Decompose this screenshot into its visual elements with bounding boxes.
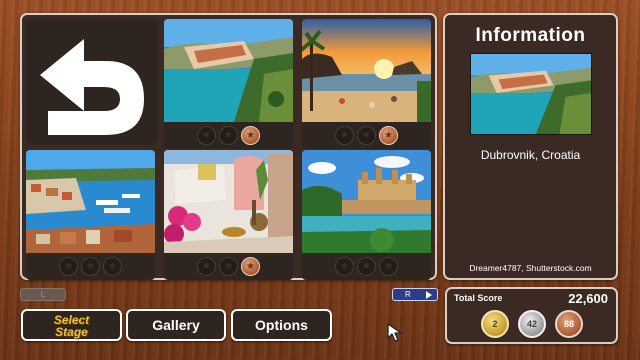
select-stage-label-line2: Stage bbox=[55, 325, 88, 339]
return-arrow-icon bbox=[40, 39, 144, 135]
bronze-medal-icon: 88 bbox=[555, 310, 583, 338]
bronze-medal-icon: ★ bbox=[241, 257, 260, 276]
r-shoulder-button[interactable]: R bbox=[392, 288, 438, 301]
empty-medal-icon: ★ bbox=[357, 126, 376, 145]
bronze-medal-icon: ★ bbox=[241, 126, 260, 145]
medal-row: ★ ★ ★ bbox=[164, 253, 293, 280]
empty-medal-icon: ★ bbox=[219, 257, 238, 276]
stage-tile-dubrovnik[interactable]: ★ ★ ★ bbox=[164, 19, 293, 149]
info-location: Dubrovnik, Croatia bbox=[480, 148, 581, 162]
gold-medal-icon: 2 bbox=[481, 310, 509, 338]
empty-medal-icon: ★ bbox=[81, 257, 100, 276]
l-button-label: L bbox=[40, 290, 46, 299]
medal-row: ★ ★ ★ bbox=[302, 122, 431, 149]
information-panel: Information Dubrovnik, Croatia Dreamer47… bbox=[443, 13, 618, 280]
select-stage-button[interactable]: Select Stage bbox=[21, 309, 122, 341]
bronze-medal-count: 88 bbox=[563, 319, 574, 329]
pointer-hand-icon bbox=[387, 323, 402, 342]
stage-photo bbox=[26, 150, 155, 253]
total-score-panel: Total Score 22,600 2 42 88 bbox=[445, 287, 618, 344]
score-label: Total Score bbox=[454, 293, 503, 303]
bronze-medal-icon: ★ bbox=[379, 126, 398, 145]
empty-medal-icon: ★ bbox=[379, 257, 398, 276]
empty-medal-icon: ★ bbox=[335, 126, 354, 145]
silver-medal-icon: 42 bbox=[518, 310, 546, 338]
stage-tile-cathedral[interactable]: ★ ★ ★ bbox=[302, 150, 431, 280]
empty-medal-icon: ★ bbox=[197, 126, 216, 145]
info-title: Information bbox=[475, 25, 586, 46]
info-photo bbox=[470, 53, 592, 135]
options-label: Options bbox=[255, 317, 308, 333]
gallery-label: Gallery bbox=[152, 317, 200, 333]
empty-medal-icon: ★ bbox=[357, 257, 376, 276]
r-button-label: R bbox=[405, 290, 411, 299]
empty-medal-icon: ★ bbox=[103, 257, 122, 276]
medal-row: ★ ★ ★ bbox=[26, 253, 155, 280]
stage-grid: ★ ★ ★ ★ ★ ★ ★ ★ ★ ★ ★ ★ ★ ★ ★ bbox=[20, 13, 437, 280]
empty-medal-icon: ★ bbox=[59, 257, 78, 276]
stage-photo bbox=[164, 19, 293, 122]
l-shoulder-button[interactable]: L bbox=[20, 288, 66, 301]
stage-tile-sunset-beach[interactable]: ★ ★ ★ bbox=[302, 19, 431, 149]
empty-medal-icon: ★ bbox=[219, 126, 238, 145]
stage-photo bbox=[302, 19, 431, 122]
stage-tile-white-houses[interactable]: ★ ★ ★ bbox=[164, 150, 293, 280]
stage-tile-harbor[interactable]: ★ ★ ★ bbox=[26, 150, 155, 280]
arrow-right-icon bbox=[426, 291, 432, 299]
silver-medal-count: 42 bbox=[526, 319, 537, 329]
score-value: 22,600 bbox=[568, 291, 608, 306]
gold-medal-count: 2 bbox=[492, 319, 498, 329]
gallery-button[interactable]: Gallery bbox=[126, 309, 226, 341]
photo-credit: Dreamer4787, Shutterstock.com bbox=[469, 263, 592, 273]
empty-medal-icon: ★ bbox=[335, 257, 354, 276]
medal-row: ★ ★ ★ bbox=[164, 122, 293, 149]
back-button[interactable] bbox=[26, 19, 158, 145]
options-button[interactable]: Options bbox=[231, 309, 332, 341]
medal-row: ★ ★ ★ bbox=[302, 253, 431, 280]
empty-medal-icon: ★ bbox=[197, 257, 216, 276]
stage-photo bbox=[302, 150, 431, 253]
stage-photo bbox=[164, 150, 293, 253]
